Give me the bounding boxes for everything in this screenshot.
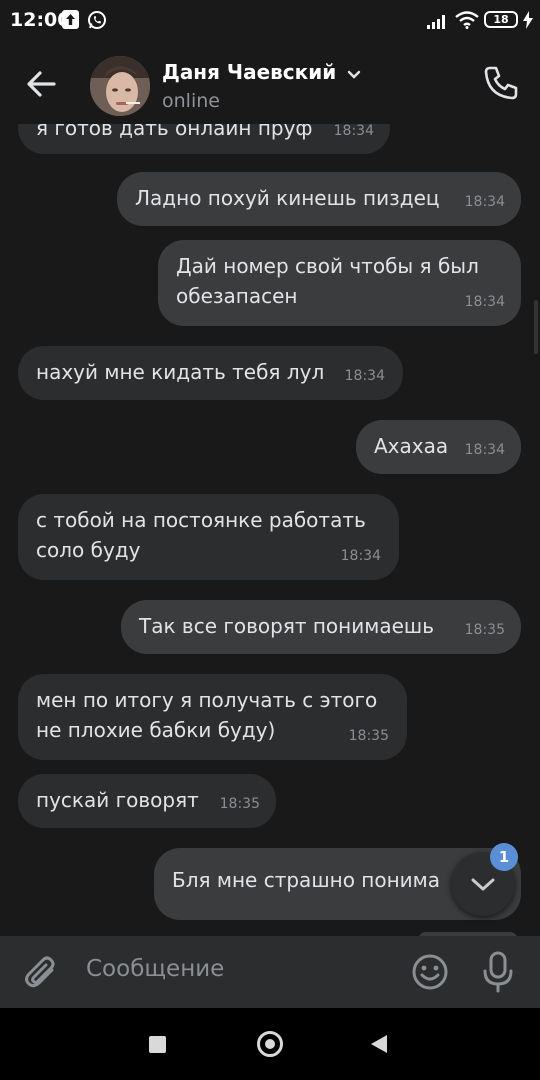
message-text: Так все говорят понимаешь [139, 614, 434, 638]
system-nav-bar [0, 1008, 540, 1080]
back-triangle-icon[interactable] [371, 1035, 387, 1053]
battery-level: 18 [493, 13, 509, 26]
wifi-icon [455, 11, 479, 29]
message-time: 18:35 [464, 622, 505, 638]
upload-icon [62, 10, 79, 29]
message-text: Бля мне страшно понима [172, 868, 441, 892]
microphone-icon[interactable] [480, 951, 516, 993]
message-text: Ладно похуй кинешь пиздец [135, 186, 440, 210]
message-bubble-in[interactable]: пускай говорят 18:35 [18, 774, 276, 828]
message-bubble-out[interactable]: Так все говорят понимаешь 18:35 [121, 600, 521, 654]
home-circle-icon[interactable] [257, 1031, 283, 1057]
scrollbar[interactable] [534, 300, 538, 354]
message-text: Дай номер свой чтобы я был обезапасен [176, 254, 479, 308]
signal-icon [427, 15, 445, 29]
message-time: 18:34 [344, 368, 385, 384]
message-time: 18:35 [348, 728, 389, 744]
message-bubble-in[interactable]: мен по итогу я получать с этого не плохи… [18, 674, 407, 760]
message-bubble-out[interactable]: Дай номер свой чтобы я был обезапасен 18… [158, 240, 521, 326]
message-text: с тобой на постоянке работать соло буду [36, 508, 366, 562]
contact-name-block[interactable]: Даня Чаевский [162, 60, 361, 84]
message-text: мен по итогу я получать с этого не плохи… [36, 688, 378, 742]
avatar[interactable] [90, 56, 150, 116]
message-bubble-out[interactable]: Ладно похуй кинешь пиздец 18:34 [117, 172, 521, 226]
message-time: 18:34 [464, 442, 505, 458]
message-bubble-in[interactable]: я готов дать онлайн пруф 18:34 [18, 124, 390, 154]
emoji-icon[interactable] [410, 952, 450, 992]
message-time: 18:35 [219, 796, 260, 812]
message-list[interactable]: я готов дать онлайн пруф 18:34 Ладно пох… [0, 124, 540, 936]
message-bubble-in[interactable]: с тобой на постоянке работать соло буду … [18, 494, 399, 580]
message-composer: Сообщение [0, 936, 540, 1008]
battery-icon: 18 [484, 11, 518, 28]
back-arrow-icon[interactable] [22, 66, 62, 102]
charging-icon [523, 11, 533, 29]
message-text: я готов дать онлайн пруф [36, 124, 313, 140]
message-text: Ахахаа [374, 434, 449, 458]
message-time: 18:34 [464, 294, 505, 310]
chat-header: Даня Чаевский online [0, 42, 540, 124]
message-input[interactable]: Сообщение [86, 956, 224, 982]
message-time: 18:34 [464, 194, 505, 210]
status-bar: 12:00 18 [0, 0, 540, 42]
whatsapp-icon [88, 11, 106, 29]
message-bubble-out[interactable]: Ахахаа 18:34 [356, 420, 521, 474]
message-bubble-in[interactable]: нахуй мне кидать тебя лул 18:34 [18, 346, 403, 400]
message-text: нахуй мне кидать тебя лул [36, 360, 325, 384]
message-time: 18:34 [340, 548, 381, 564]
recents-square-icon[interactable] [149, 1036, 166, 1053]
paperclip-icon[interactable] [22, 953, 62, 993]
unread-badge: 1 [490, 843, 518, 871]
message-time: 18:34 [333, 124, 374, 139]
contact-status: online [162, 90, 220, 112]
phone-icon[interactable] [482, 64, 520, 102]
chevron-down-icon[interactable] [347, 70, 361, 80]
message-text: пускай говорят [36, 788, 199, 812]
contact-name[interactable]: Даня Чаевский [162, 60, 336, 84]
